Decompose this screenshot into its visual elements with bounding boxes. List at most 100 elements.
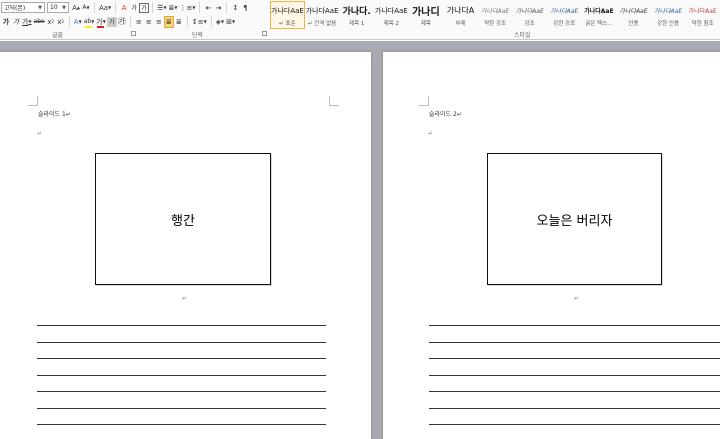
increase-indent-icon: ⇥ xyxy=(215,3,222,12)
style-item[interactable]: 가나다AaE ↵ 간격 없음 xyxy=(305,1,340,29)
style-preview: 가나다. xyxy=(342,7,371,17)
style-item[interactable]: 가나다AaE 제목 2 xyxy=(374,1,409,29)
text-effects-button[interactable]: A ▼ xyxy=(73,16,83,28)
justify-button[interactable]: ≣ xyxy=(163,15,174,28)
slide-thumbnail[interactable]: 오늘은 버리자 xyxy=(487,153,662,285)
enclose-char-icon: ㉮ xyxy=(117,17,126,26)
font-size-combo[interactable]: 10 ▼ xyxy=(47,2,69,13)
style-preview: 가나다AaE xyxy=(550,8,579,15)
sort-icon: ↕ xyxy=(232,3,239,12)
justify-icon: ≣ xyxy=(165,17,172,26)
page-1[interactable]: 슬라이드 1↵ ↵ 행간 ↵ xyxy=(0,52,371,439)
style-name: 제목 xyxy=(420,20,431,27)
shrink-font-button[interactable]: A ▼ xyxy=(81,2,91,14)
borders-button[interactable]: ⊞ ▼ xyxy=(225,16,236,28)
style-item[interactable]: 가나다AaE 강한 강조 xyxy=(547,1,582,29)
highlighter-icon: ab xyxy=(83,18,92,25)
document-workspace[interactable]: 슬라이드 1↵ ↵ 행간 ↵ 슬라이드 2↵ ↵ 오늘은 버리자 ↵ xyxy=(0,41,720,439)
ribbon-row-2: 가 가 가 ▼ abe x2 x2 A ▼ ab ▼ 가 ▼ 가 ㉮ ≡ ≡ ≡ ≣ ≣… xyxy=(1,15,236,28)
separator xyxy=(199,2,201,13)
phonetic-guide-button[interactable]: 가 xyxy=(129,2,139,14)
style-preview: 가나다A xyxy=(446,6,475,15)
phonetic-icon: 가 xyxy=(131,5,137,12)
style-preview: 가나다AaE xyxy=(305,6,339,15)
chevron-down-icon[interactable]: ▼ xyxy=(62,5,66,11)
slide-thumbnail[interactable]: 행간 xyxy=(95,153,271,285)
highlight-button[interactable]: ab ▼ xyxy=(83,16,96,28)
style-item[interactable]: 가나다AaE 약한 참조 xyxy=(685,1,720,29)
slide-title-text: 오늘은 버리자 xyxy=(536,213,613,229)
multilevel-list-button[interactable]: ⋮≡ ▼ xyxy=(178,2,196,14)
style-item[interactable]: 가나다AaE 약한 강조 xyxy=(478,1,513,29)
style-item[interactable]: 가나다AaE 강한 인용 xyxy=(651,1,686,29)
italic-button[interactable]: 가 xyxy=(11,16,21,28)
subscript-button[interactable]: x2 xyxy=(46,16,56,28)
slide-title-text: 행간 xyxy=(171,213,195,229)
note-line xyxy=(429,375,720,376)
styles-gallery: 가나다AaE ↵ 표준 가나다AaE ↵ 간격 없음 가나다. 제목 1 가나다AaE 제목 … xyxy=(270,1,720,29)
underline-button[interactable]: 가 ▼ xyxy=(21,16,33,28)
change-case-icon: Aa xyxy=(99,3,109,12)
chevron-down-icon[interactable]: ▼ xyxy=(38,5,42,11)
style-item[interactable]: 가나다AaE ↵ 표준 xyxy=(270,1,305,29)
decrease-indent-button[interactable]: ⇤ xyxy=(203,2,213,14)
bullets-button[interactable]: ☰ ▼ xyxy=(156,2,167,14)
char-border-button[interactable]: 가 xyxy=(139,2,150,13)
style-item[interactable]: 가나다AaE 굵은 텍스... xyxy=(582,1,617,29)
style-name: 강한 인용 xyxy=(657,20,680,27)
paragraph-dialog-launcher-icon[interactable] xyxy=(262,31,267,36)
separator xyxy=(115,2,117,13)
show-marks-button[interactable]: ¶ xyxy=(240,2,250,14)
bold-button[interactable]: 가 xyxy=(1,16,11,28)
char-shading-icon: 가 xyxy=(109,19,115,26)
distribute-button[interactable]: ≣ xyxy=(174,16,184,28)
style-name: 부제 xyxy=(455,20,466,27)
slide-label: 슬라이드 1↵ xyxy=(38,111,71,118)
paragraph-mark: ↵ xyxy=(37,130,43,137)
superscript-button[interactable]: x2 xyxy=(56,16,66,28)
note-line xyxy=(429,325,720,326)
page-2[interactable]: 슬라이드 2↵ ↵ 오늘은 버리자 ↵ xyxy=(383,52,720,439)
enclose-char-button[interactable]: ㉮ xyxy=(117,16,127,28)
slide-label: 슬라이드 2↵ xyxy=(429,111,462,118)
style-name: 인용 xyxy=(628,20,639,27)
separator xyxy=(186,16,188,27)
paragraph-mark: ↵ xyxy=(428,130,434,137)
char-shading-button[interactable]: 가 xyxy=(106,16,117,27)
font-dialog-launcher-icon[interactable] xyxy=(131,31,136,36)
separator xyxy=(210,16,212,27)
increase-indent-button[interactable]: ⇥ xyxy=(213,2,223,14)
font-color-button[interactable]: 가 ▼ xyxy=(95,16,107,28)
font-color-swatch xyxy=(97,25,105,28)
note-line xyxy=(37,408,326,409)
style-name: ↵ 표준 xyxy=(279,20,296,27)
style-preview: 가나다AaE xyxy=(374,6,408,15)
paragraph-mark: ↵ xyxy=(574,295,580,302)
grow-font-button[interactable]: A ▲ xyxy=(71,2,81,14)
style-item[interactable]: 가나다AaE 인용 xyxy=(616,1,651,29)
style-item[interactable]: 가나다. 제목 1 xyxy=(339,1,374,29)
style-name: 굵은 텍스... xyxy=(585,20,613,27)
align-center-button[interactable]: ≡ xyxy=(144,16,154,28)
clear-format-button[interactable]: A xyxy=(119,2,129,14)
change-case-button[interactable]: Aa ▼ xyxy=(98,2,112,14)
align-right-icon: ≡ xyxy=(155,17,162,26)
style-name: 강한 강조 xyxy=(553,20,576,27)
style-item[interactable]: 가나디 제목 xyxy=(409,1,444,29)
font-name-combo[interactable]: 고딕(본) ▼ xyxy=(1,2,45,13)
separator xyxy=(94,2,95,13)
line-spacing-button[interactable]: ↕≡ ▼ xyxy=(191,16,208,28)
sort-button[interactable]: ↕ xyxy=(230,2,240,14)
style-item[interactable]: 가나다AaE 강조 xyxy=(512,1,547,29)
align-left-button[interactable]: ≡ xyxy=(134,16,144,28)
note-line xyxy=(429,424,720,425)
bold-icon: 가 xyxy=(2,17,10,26)
style-item[interactable]: 가나다A 부제 xyxy=(443,1,478,29)
shading-button[interactable]: ◈ ▼ xyxy=(215,16,225,28)
numbering-button[interactable]: ≣ ▼ xyxy=(168,2,179,14)
align-right-button[interactable]: ≡ xyxy=(154,16,164,28)
strikethrough-button[interactable]: abe xyxy=(33,16,46,28)
style-name: 약한 참조 xyxy=(691,20,714,27)
style-preview: 가나다AaE xyxy=(584,8,614,15)
style-name: 약한 강조 xyxy=(484,20,507,27)
